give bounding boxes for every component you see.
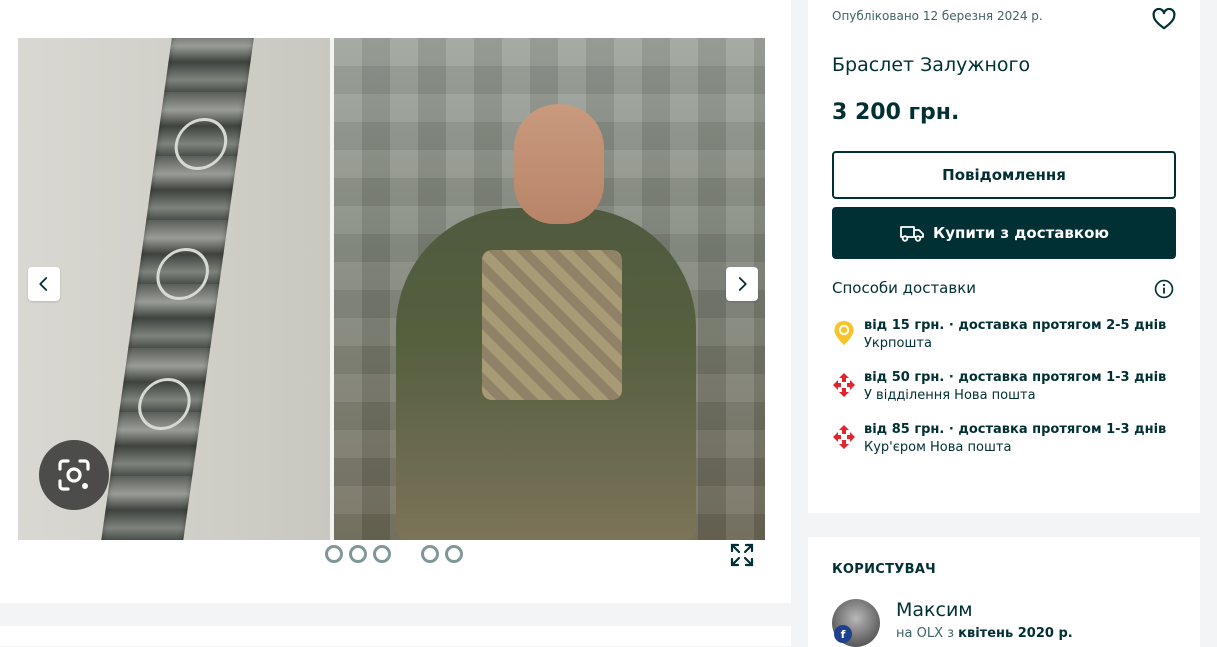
message-button[interactable]: Повідомлення xyxy=(832,151,1176,199)
buy-with-delivery-button[interactable]: Купити з доставкою xyxy=(832,207,1176,259)
delivery-option-price: від 85 грн. · доставка протягом 1-3 днів xyxy=(864,422,1167,437)
gallery-card xyxy=(0,0,791,603)
bracelet-image xyxy=(98,38,256,540)
ukrposhta-pin-icon xyxy=(834,321,854,345)
seller-card: КОРИСТУВАЧ f Максим на OLX з квітень 202… xyxy=(808,537,1200,647)
person-vest xyxy=(482,250,622,400)
photo-dot[interactable] xyxy=(325,545,343,563)
listing-title: Браслет Залужного xyxy=(832,54,1031,76)
delivery-option-carrier: Кур'єром Нова пошта xyxy=(864,440,1012,455)
lens-icon xyxy=(58,459,90,491)
fullscreen-button[interactable] xyxy=(726,540,758,570)
delivery-option-nova-poshta-branch: від 50 грн. · доставка протягом 1-3 днів… xyxy=(832,370,1172,410)
next-photo-button[interactable] xyxy=(726,267,758,301)
description-card xyxy=(0,626,791,646)
visual-search-button[interactable] xyxy=(39,440,109,510)
buy-button-label: Купити з доставкою xyxy=(933,224,1109,242)
previous-photo-button[interactable] xyxy=(28,267,60,301)
chevron-right-icon xyxy=(738,277,747,291)
seller-heading: КОРИСТУВАЧ xyxy=(832,562,936,577)
facebook-icon: f xyxy=(834,625,852,643)
delivery-option-price: від 15 грн. · доставка протягом 2-5 днів xyxy=(864,318,1167,333)
listing-price: 3 200 грн. xyxy=(832,100,960,125)
truck-icon xyxy=(900,226,924,242)
seller-name[interactable]: Максим xyxy=(896,599,973,621)
delivery-option-ukrposhta: від 15 грн. · доставка протягом 2-5 днів… xyxy=(832,318,1172,358)
heart-icon[interactable] xyxy=(1151,6,1177,32)
delivery-option-carrier: У відділення Нова пошта xyxy=(864,388,1036,403)
expand-icon xyxy=(730,543,754,567)
person-head xyxy=(514,104,604,224)
delivery-option-carrier: Укрпошта xyxy=(864,336,932,351)
listing-photo[interactable] xyxy=(18,38,765,540)
person-photo-panel xyxy=(334,38,765,540)
photo-dot[interactable] xyxy=(349,545,367,563)
listing-info-card: Опубліковано 12 березня 2024 р. Браслет … xyxy=(808,0,1200,513)
nova-poshta-icon xyxy=(833,373,855,397)
photo-dot[interactable] xyxy=(421,545,439,563)
nova-poshta-icon xyxy=(833,425,855,449)
delivery-option-price: від 50 грн. · доставка протягом 1-3 днів xyxy=(864,370,1167,385)
info-icon[interactable] xyxy=(1154,279,1174,299)
published-date: Опубліковано 12 березня 2024 р. xyxy=(832,9,1043,23)
photo-dot[interactable] xyxy=(445,545,463,563)
photo-dot[interactable] xyxy=(373,545,391,563)
delivery-heading: Способи доставки xyxy=(832,279,977,297)
message-button-label: Повідомлення xyxy=(942,166,1066,184)
chevron-left-icon xyxy=(39,277,48,291)
delivery-option-nova-poshta-courier: від 85 грн. · доставка протягом 1-3 днів… xyxy=(832,422,1172,462)
